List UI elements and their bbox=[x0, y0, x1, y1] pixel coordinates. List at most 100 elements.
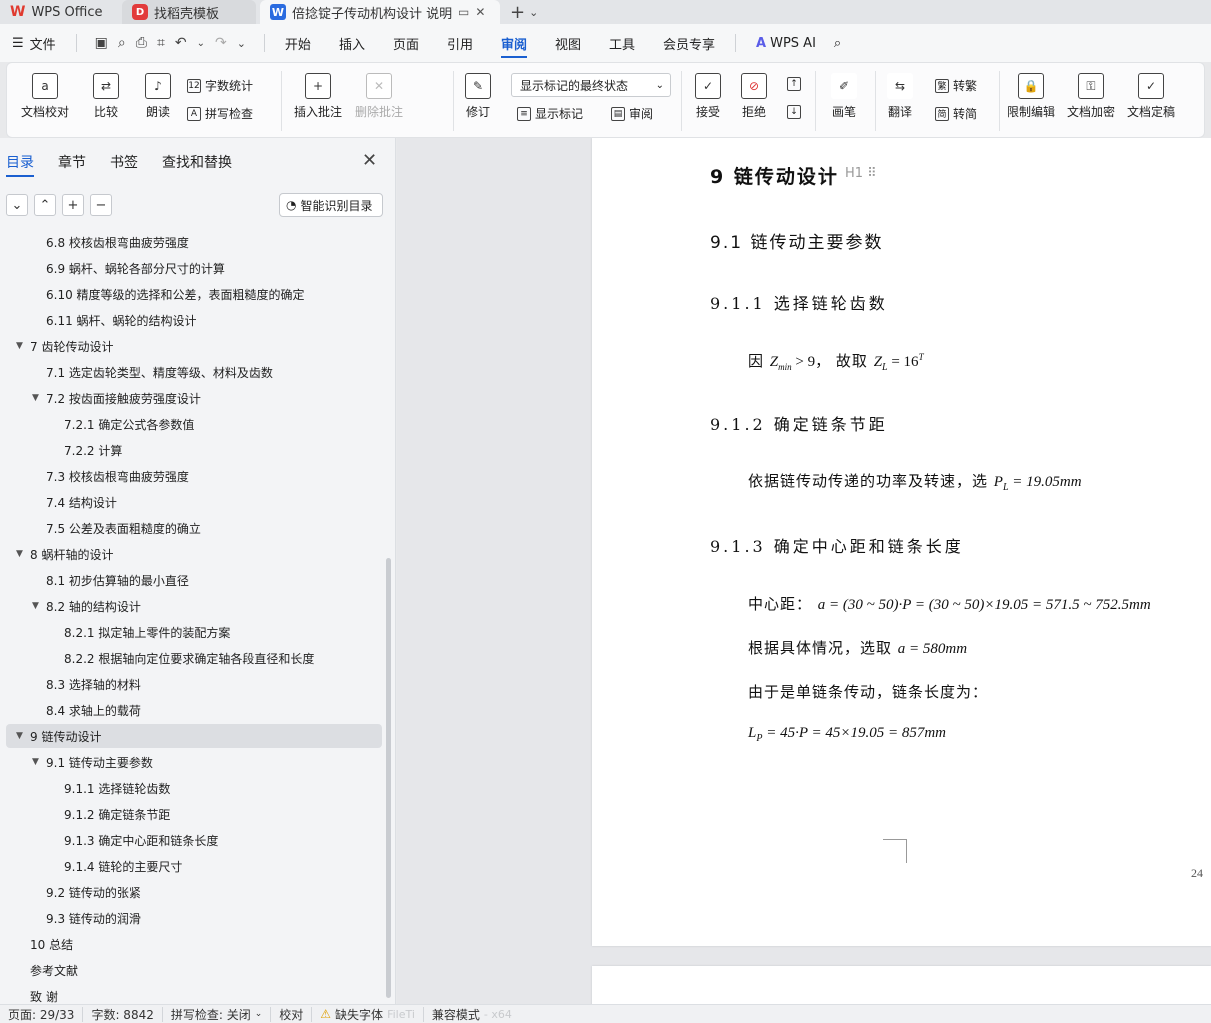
prev-change-button[interactable]: ↑ bbox=[787, 77, 801, 91]
translate-button[interactable]: ⇆ 翻译 bbox=[887, 73, 913, 120]
undo-icon[interactable]: ↶ bbox=[175, 35, 187, 51]
markup-state-select[interactable]: 显示标记的最终状态 ⌄ bbox=[511, 73, 671, 97]
print-icon[interactable]: ⎙ bbox=[136, 35, 147, 51]
to-simplified-button[interactable]: 简 转简 bbox=[935, 105, 977, 122]
expand-down-icon[interactable]: ⌄ bbox=[6, 194, 28, 216]
finalize-button[interactable]: ✓ 文档定稿 bbox=[1127, 73, 1175, 120]
caret-down-icon[interactable]: ▼ bbox=[16, 731, 30, 741]
toc-item[interactable]: ▼ 8.2 轴的结构设计 bbox=[6, 594, 382, 618]
accept-button[interactable]: ✓ 接受 bbox=[695, 73, 721, 120]
wps-ai-button[interactable]: A WPS AI bbox=[742, 24, 830, 62]
toc-item[interactable]: 8.2.2 根据轴向定位要求确定轴各段直径和长度 bbox=[6, 646, 382, 670]
spell-check-indicator[interactable]: 拼写检查: 关闭 ⌄ bbox=[163, 1006, 272, 1022]
toc-item[interactable]: 7.1 选定齿轮类型、精度等级、材料及齿数 bbox=[6, 360, 382, 384]
toc-item[interactable]: ▼ 7.2 按齿面接触疲劳强度设计 bbox=[6, 386, 382, 410]
tab-chapters[interactable]: 章节 bbox=[58, 152, 86, 172]
toc-item[interactable]: 9.1.3 确定中心距和链条长度 bbox=[6, 828, 382, 852]
to-traditional-button[interactable]: 繁 转繁 bbox=[935, 77, 977, 94]
toc-item[interactable]: 6.11 蜗杆、蜗轮的结构设计 bbox=[6, 308, 382, 332]
toc-item[interactable]: 8.4 求轴上的载荷 bbox=[6, 698, 382, 722]
read-aloud-button[interactable]: ♪ 朗读 bbox=[145, 73, 171, 120]
toc-item[interactable]: 7.4 结构设计 bbox=[6, 490, 382, 514]
toc-item[interactable]: ▼ 9.1 链传动主要参数 bbox=[6, 750, 382, 774]
toc-item[interactable]: 9.1.4 链轮的主要尺寸 bbox=[6, 854, 382, 878]
toc-item[interactable]: 7.2.2 计算 bbox=[6, 438, 382, 462]
spell-check-button[interactable]: A 拼写检查 bbox=[187, 105, 253, 122]
menu-review[interactable]: 审阅 bbox=[487, 24, 541, 62]
new-tab-button[interactable]: + ⌄ bbox=[500, 0, 548, 24]
search-button[interactable]: ⌕ bbox=[830, 24, 845, 62]
toc-item[interactable]: ▼ 8 蜗杆轴的设计 bbox=[6, 542, 382, 566]
save-icon[interactable]: ▣ bbox=[95, 35, 108, 51]
toc-item[interactable]: 6.9 蜗杆、蜗轮各部分尺寸的计算 bbox=[6, 256, 382, 280]
plus-icon[interactable]: + bbox=[62, 194, 84, 216]
tab-toc[interactable]: 目录 bbox=[6, 152, 34, 177]
pen-button[interactable]: ✐ 画笔 bbox=[831, 73, 857, 120]
scrollbar[interactable] bbox=[386, 558, 391, 998]
toc-item[interactable]: ▼ 9 链传动设计 bbox=[6, 724, 382, 748]
encrypt-button[interactable]: ⚿ 文档加密 bbox=[1067, 73, 1115, 120]
page-indicator[interactable]: 页面: 29/33 bbox=[0, 1006, 84, 1022]
caret-down-icon[interactable]: ▼ bbox=[16, 341, 30, 351]
smart-toc-button[interactable]: ◔ 智能识别目录 bbox=[279, 193, 383, 217]
tab-document[interactable]: W 倍捻锭子传动机构设计 说明书 ▭ ✕ bbox=[260, 0, 500, 24]
track-changes-button[interactable]: ✎ 修订 bbox=[465, 73, 491, 120]
missing-font-indicator[interactable]: ⚠ 缺失字体 FileTi bbox=[312, 1006, 424, 1022]
toc-item[interactable]: 10 总结 bbox=[6, 932, 382, 956]
menu-home[interactable]: 开始 bbox=[271, 24, 325, 62]
menu-page[interactable]: 页面 bbox=[379, 24, 433, 62]
print-preview-icon[interactable]: ⌗ bbox=[157, 35, 165, 51]
format-painter-icon[interactable]: ⌕ bbox=[118, 35, 126, 51]
review-pane-button[interactable]: ▤ 审阅 bbox=[611, 105, 653, 122]
minus-icon[interactable]: − bbox=[90, 194, 112, 216]
word-count-indicator[interactable]: 字数: 8842 bbox=[83, 1006, 163, 1022]
toc-item[interactable]: 致 谢 bbox=[6, 984, 382, 1004]
tab-wps-office[interactable]: W WPS Office bbox=[0, 0, 118, 24]
toc-item[interactable]: 参考文献 bbox=[6, 958, 382, 982]
menu-tools[interactable]: 工具 bbox=[595, 24, 649, 62]
menu-insert[interactable]: 插入 bbox=[325, 24, 379, 62]
caret-down-icon[interactable]: ▼ bbox=[16, 549, 30, 559]
restrict-editing-button[interactable]: 🔒 限制编辑 bbox=[1007, 73, 1055, 120]
toc-item[interactable]: ▼ 7 齿轮传动设计 bbox=[6, 334, 382, 358]
word-count-button[interactable]: 12 字数统计 bbox=[187, 77, 253, 94]
tab-template[interactable]: D 找稻壳模板 bbox=[122, 0, 256, 24]
reject-button[interactable]: ⊘ 拒绝 bbox=[741, 73, 767, 120]
chevron-down-icon[interactable]: ⌄ bbox=[197, 38, 205, 49]
caret-down-icon[interactable]: ▼ bbox=[32, 601, 46, 611]
file-menu[interactable]: ☰ 文件 bbox=[10, 24, 70, 62]
collapse-up-icon[interactable]: ⌃ bbox=[34, 194, 56, 216]
toc-item[interactable]: 8.3 选择轴的材料 bbox=[6, 672, 382, 696]
menu-view[interactable]: 视图 bbox=[541, 24, 595, 62]
menu-vip[interactable]: 会员专享 bbox=[649, 24, 729, 62]
tab-bookmarks[interactable]: 书签 bbox=[110, 152, 138, 172]
caret-down-icon[interactable]: ▼ bbox=[32, 393, 46, 403]
redo-icon[interactable]: ↷ bbox=[215, 35, 227, 51]
caret-down-icon[interactable]: ▼ bbox=[32, 757, 46, 767]
next-change-button[interactable]: ↓ bbox=[787, 105, 801, 119]
toc-item[interactable]: 9.1.1 选择链轮齿数 bbox=[6, 776, 382, 800]
tab-find-replace[interactable]: 查找和替换 bbox=[162, 152, 232, 172]
proofread-button[interactable]: a 文档校对 bbox=[21, 73, 69, 120]
toc-item[interactable]: 8.2.1 拟定轴上零件的装配方案 bbox=[6, 620, 382, 644]
toc-item[interactable]: 7.3 校核齿根弯曲疲劳强度 bbox=[6, 464, 382, 488]
menu-references[interactable]: 引用 bbox=[433, 24, 487, 62]
close-icon[interactable]: ✕ bbox=[475, 5, 485, 19]
show-markup-button[interactable]: ≡ 显示标记 bbox=[517, 105, 583, 122]
toc-item[interactable]: 6.8 校核齿根弯曲疲劳强度 bbox=[6, 230, 382, 254]
proofread-indicator[interactable]: 校对 bbox=[271, 1006, 313, 1022]
more-chevron-icon[interactable]: ⌄ bbox=[237, 37, 246, 50]
close-icon[interactable]: ✕ bbox=[362, 150, 377, 171]
heading-handle-icon[interactable]: H1 ⠿ bbox=[845, 166, 877, 181]
toc-item[interactable]: 9.2 链传动的张紧 bbox=[6, 880, 382, 904]
toc-item[interactable]: 6.10 精度等级的选择和公差，表面粗糙度的确定 bbox=[6, 282, 382, 306]
toc-item[interactable]: 7.2.1 确定公式各参数值 bbox=[6, 412, 382, 436]
insert-comment-button[interactable]: + 插入批注 bbox=[294, 73, 342, 120]
delete-comment-button[interactable]: ✕ 删除批注 bbox=[355, 73, 403, 120]
compare-button[interactable]: ⇄ 比较 bbox=[93, 73, 119, 120]
toc-item[interactable]: 7.5 公差及表面粗糙度的确立 bbox=[6, 516, 382, 540]
toc-item[interactable]: 8.1 初步估算轴的最小直径 bbox=[6, 568, 382, 592]
toc-item[interactable]: 9.1.2 确定链条节距 bbox=[6, 802, 382, 826]
monitor-icon[interactable]: ▭ bbox=[458, 5, 469, 19]
toc-item[interactable]: 9.3 链传动的润滑 bbox=[6, 906, 382, 930]
